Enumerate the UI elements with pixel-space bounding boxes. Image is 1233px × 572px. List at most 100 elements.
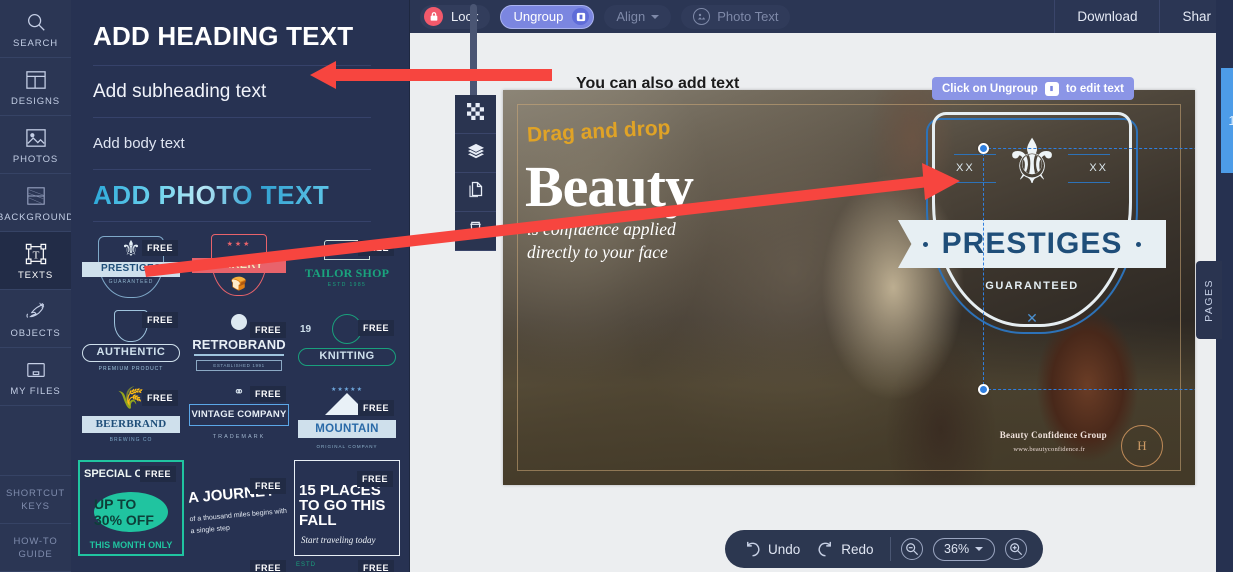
divider xyxy=(889,537,891,561)
template-thumb-tailors-bay[interactable]: FREE ESTD tailors bay xyxy=(294,558,400,572)
sidebar-label-background: BACKGROUND xyxy=(0,211,75,223)
free-badge: FREE xyxy=(357,240,394,256)
zoom-out-button[interactable] xyxy=(900,538,923,560)
sidebar-item-designs[interactable]: DESIGNS xyxy=(0,58,71,116)
zoom-level-select[interactable]: 36% xyxy=(932,537,995,561)
add-body-text-option[interactable]: Add body text xyxy=(93,118,371,170)
redo-label: Redo xyxy=(841,541,874,557)
page-thumbnail-1[interactable]: 1 xyxy=(1221,68,1233,173)
ungroup-button[interactable]: Ungroup xyxy=(500,4,595,29)
selection-handle-top-left[interactable] xyxy=(978,143,989,154)
chevron-down-icon xyxy=(651,14,660,19)
redo-button[interactable]: Redo xyxy=(816,540,874,558)
template-thumb-vintage[interactable]: FREE VINTAGE xyxy=(186,558,292,572)
template-thumb-mountain[interactable]: FREE ★★★★★ MOUNTAIN ORIGINAL COMPANY xyxy=(294,384,400,458)
add-subheading-text-option[interactable]: Add subheading text xyxy=(93,66,371,118)
duplicate-icon xyxy=(468,181,484,204)
sidebar-item-texts[interactable]: T TEXTS xyxy=(0,232,71,290)
layers-icon xyxy=(467,143,485,164)
template-title: KNITTING xyxy=(319,350,375,363)
template-sub: TRADEMARK xyxy=(212,434,266,440)
photo-text-button[interactable]: Photo Text xyxy=(681,4,791,29)
ungroup-icon xyxy=(1044,81,1059,96)
align-button[interactable]: Align xyxy=(604,4,672,29)
template-thumb-authentic[interactable]: FREE AUTHENTIC PREMIUM PRODUCT xyxy=(78,308,184,382)
subline-line-2: directly to your face xyxy=(527,242,668,262)
pages-tab[interactable]: PAGES xyxy=(1196,261,1222,339)
sidebar-label-objects: OBJECTS xyxy=(10,327,61,339)
undo-icon xyxy=(747,541,760,557)
template-thumb-15-places[interactable]: FREE 15 PLACES TO GO THIS FALL Start tra… xyxy=(294,460,400,556)
template-title: PRESTIGES xyxy=(101,263,161,275)
footer-url-text[interactable]: www.beautyconfidence.fr xyxy=(1013,446,1085,453)
sidebar-item-objects[interactable]: OBJECTS xyxy=(0,290,71,348)
template-title: RETROBRAND xyxy=(192,337,286,352)
template-thumb-knitting[interactable]: FREE 19 95 KNITTING xyxy=(294,308,400,382)
sidebar-shortcut-keys[interactable]: SHORTCUT KEYS xyxy=(0,476,71,524)
transparency-icon xyxy=(467,103,484,125)
zoom-in-button[interactable] xyxy=(1004,538,1027,560)
sidebar-label-photos: PHOTOS xyxy=(12,153,59,165)
ungroup-label: Ungroup xyxy=(513,9,564,24)
layers-button[interactable] xyxy=(455,134,496,173)
delete-button[interactable] xyxy=(455,212,496,251)
selection-handle-bottom-left[interactable] xyxy=(978,384,989,395)
template-sub: ESTABLISHED 1991 xyxy=(196,360,282,371)
zoom-out-icon xyxy=(905,543,918,556)
selection-box[interactable] xyxy=(978,143,1195,395)
lock-button[interactable]: Lock xyxy=(420,4,491,29)
template-sub: PREMIUM PRODUCT xyxy=(98,366,164,372)
free-badge: FREE xyxy=(357,320,394,336)
pattern-icon xyxy=(25,183,47,209)
download-button[interactable]: Download xyxy=(1055,9,1159,24)
transparency-button[interactable] xyxy=(455,95,496,134)
sidebar-item-search[interactable]: SEARCH xyxy=(0,0,71,58)
sidebar-item-my-files[interactable]: MY FILES xyxy=(0,348,71,406)
ornament-seal[interactable]: H xyxy=(1121,425,1163,467)
sidebar-item-photos[interactable]: PHOTOS xyxy=(0,116,71,174)
sidebar-item-background[interactable]: BACKGROUND xyxy=(0,174,75,232)
zoom-toolbar: Undo Redo 36% xyxy=(725,530,1043,568)
sidebar-how-to-guide[interactable]: HOW-TO GUIDE xyxy=(0,524,71,572)
lock-icon xyxy=(424,7,443,26)
template-sub: Start traveling today xyxy=(301,535,376,545)
footer-brand-text[interactable]: Beauty Confidence Group xyxy=(1000,430,1107,440)
template-sub: ORIGINAL COMPANY xyxy=(316,444,378,449)
top-toolbar-right: Download Shar xyxy=(1054,0,1233,33)
duplicate-button[interactable] xyxy=(455,173,496,212)
template-thumb-tailor-shop[interactable]: FREE TAILOR SHOP ESTD 1985 xyxy=(294,232,400,306)
free-badge: FREE xyxy=(357,400,394,416)
headline-text[interactable]: Beauty xyxy=(525,153,694,220)
template-thumb-prestiges[interactable]: FREE ⚜ PRESTIGES GUARANTEED xyxy=(78,232,184,306)
trash-icon xyxy=(468,220,483,242)
subline-line-1: is confidence applied xyxy=(527,219,676,239)
undo-button[interactable]: Undo xyxy=(743,540,800,558)
zoom-in-icon xyxy=(1009,543,1022,556)
template-thumb-beerbrand[interactable]: FREE 🌾 BEERBRAND BREWING CO xyxy=(78,384,184,458)
pages-tab-label: PAGES xyxy=(1203,278,1215,322)
text-box-icon: T xyxy=(25,241,47,267)
free-badge: FREE xyxy=(139,466,176,482)
page-number: 1 xyxy=(1228,113,1233,128)
left-sidebar: SEARCH DESIGNS PHOTOS BACKGROUND T TEXTS xyxy=(0,0,75,572)
template-thumbnails-grid: FREE ⚜ PRESTIGES GUARANTEED ★★★ BAKERY 🍞… xyxy=(78,232,410,572)
tooltip-suffix: to edit text xyxy=(1065,82,1124,95)
sidebar-how-to-guide-label: HOW-TO GUIDE xyxy=(13,535,58,560)
design-canvas[interactable]: Drag and drop Beauty is confidence appli… xyxy=(503,90,1195,485)
free-badge: FREE xyxy=(141,390,178,406)
subline-text[interactable]: is confidence applied directly to your f… xyxy=(527,218,676,264)
sidebar-spacer xyxy=(0,406,71,476)
add-heading-text-option[interactable]: ADD HEADING TEXT xyxy=(93,8,371,66)
add-photo-text-option[interactable]: ADD PHOTO TEXT xyxy=(93,170,371,222)
template-thumb-vintage-company[interactable]: FREE ⚭ VINTAGE COMPANY TRADEMARK xyxy=(186,384,292,458)
add-subheading-text-label: Add subheading text xyxy=(93,80,267,102)
top-toolbar: Lock Ungroup Align Photo Text Download S… xyxy=(410,0,1233,33)
align-label: Align xyxy=(616,9,646,24)
folder-icon xyxy=(25,357,47,383)
template-thumb-retrobrand[interactable]: FREE RETROBRAND ESTABLISHED 1991 xyxy=(186,308,292,382)
template-thumb-bakery[interactable]: ★★★ BAKERY 🍞 xyxy=(186,232,292,306)
tooltip-prefix: Click on Ungroup xyxy=(942,82,1038,95)
search-icon xyxy=(25,9,47,35)
template-thumb-a-journey[interactable]: FREE A JOURNEY of a thousand miles begin… xyxy=(186,460,292,556)
template-thumb-special-offer[interactable]: FREE SPECIAL OFFER UP TO 30% OFF THIS MO… xyxy=(78,460,184,556)
